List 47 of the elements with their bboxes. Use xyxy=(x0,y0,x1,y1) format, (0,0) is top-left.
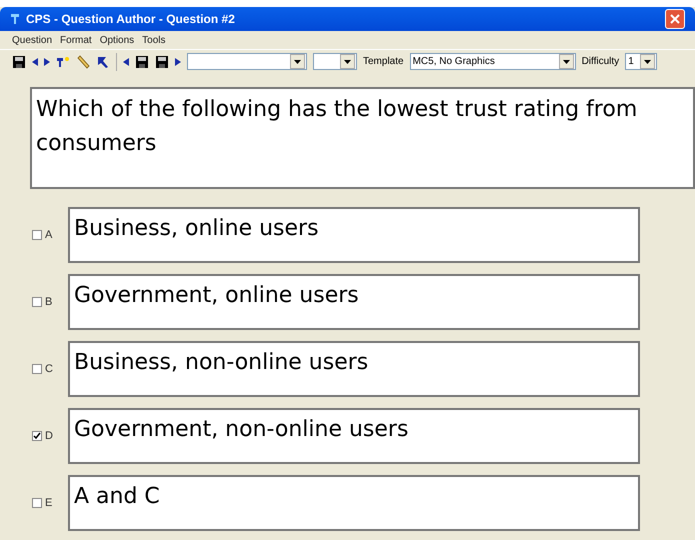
save-icon[interactable] xyxy=(135,54,149,68)
caret-icon xyxy=(294,60,301,64)
answer-letter: E xyxy=(45,496,54,511)
save-icon[interactable] xyxy=(155,54,169,68)
answer-checkbox[interactable] xyxy=(32,431,42,441)
caret-icon xyxy=(562,60,570,64)
answer-checkbox[interactable] xyxy=(32,297,42,307)
close-icon xyxy=(670,14,680,24)
answer-field[interactable]: Business, online users xyxy=(68,207,640,263)
menu-item[interactable]: Tools xyxy=(142,32,166,48)
answer-field[interactable]: A and C xyxy=(68,475,640,531)
template-label: Template xyxy=(363,55,404,69)
caret-icon xyxy=(644,60,652,64)
previous-icon[interactable] xyxy=(32,58,38,66)
answer-field[interactable]: Government, non-online users xyxy=(68,408,640,464)
window-title: CPS - Question Author - Question #2 xyxy=(26,11,236,28)
app-icon xyxy=(10,13,20,25)
dropdown-button[interactable] xyxy=(558,54,574,69)
template-dropdown[interactable]: MC5, No Graphics xyxy=(410,53,576,70)
answer-letter: C xyxy=(45,362,54,377)
answer-checkbox[interactable] xyxy=(32,230,42,240)
caret-icon xyxy=(344,60,351,64)
save-icon[interactable] xyxy=(12,54,26,68)
previous-icon[interactable] xyxy=(123,58,129,66)
answer-letter: A xyxy=(45,228,54,243)
question-field[interactable]: Which of the following has the lowest trust rating from consumers xyxy=(30,87,695,189)
dropdown-field[interactable] xyxy=(187,53,307,70)
next-icon[interactable] xyxy=(175,58,181,66)
answer-checkbox[interactable] xyxy=(32,498,42,508)
dropdown-button[interactable] xyxy=(340,54,355,69)
answer-letter: D xyxy=(45,428,54,444)
dropdown-button[interactable] xyxy=(290,54,305,69)
difficulty-label: Difficulty xyxy=(582,55,620,69)
close-button[interactable] xyxy=(665,9,685,29)
next-icon[interactable] xyxy=(44,58,50,66)
pencil-icon[interactable] xyxy=(76,54,90,68)
dropdown-field[interactable] xyxy=(313,53,357,70)
answer-checkbox[interactable] xyxy=(32,364,42,374)
menu-item[interactable]: Question xyxy=(12,32,52,48)
check-icon xyxy=(33,432,41,440)
dropdown-button[interactable] xyxy=(640,54,656,69)
menu-item[interactable]: Options xyxy=(100,32,134,48)
answer-field[interactable]: Business, non-online users xyxy=(68,341,640,397)
menu-item[interactable]: Format xyxy=(60,32,92,48)
difficulty-dropdown[interactable]: 1 xyxy=(625,53,658,70)
answer-field[interactable]: Government, online users xyxy=(68,274,640,330)
answer-letter: B xyxy=(45,294,54,310)
